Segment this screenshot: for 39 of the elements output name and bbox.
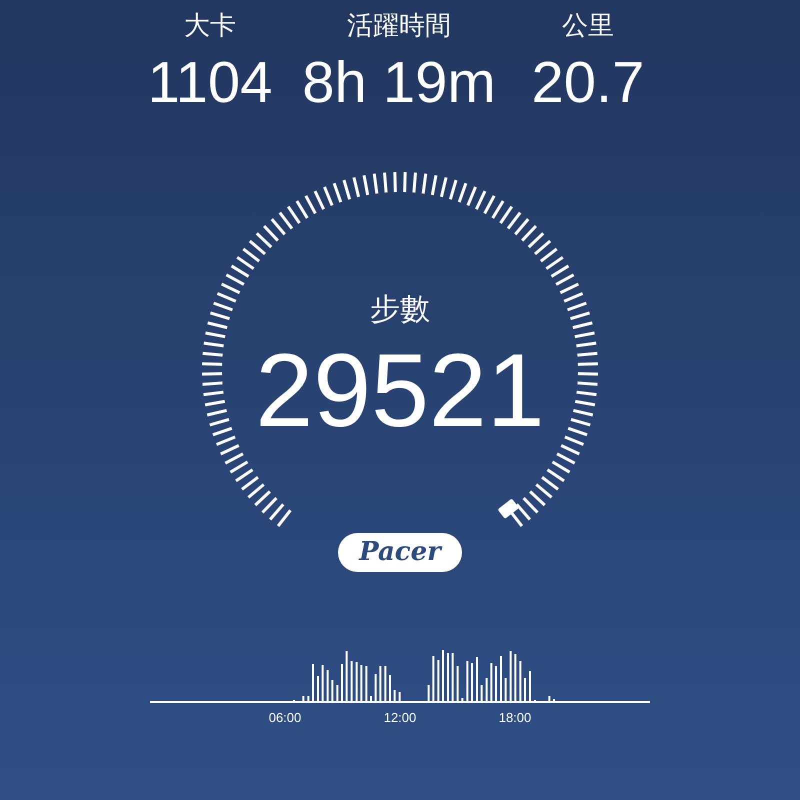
stat-label: 大卡	[184, 10, 236, 40]
histogram-bar	[398, 692, 401, 702]
histogram-bar	[486, 678, 488, 702]
histogram-bar	[514, 654, 516, 702]
steps-label: 步數	[370, 292, 430, 328]
histogram-bar	[360, 665, 362, 702]
histogram-bar	[356, 662, 358, 702]
histogram-bar	[428, 685, 430, 702]
histogram-bar	[322, 665, 324, 702]
histogram-bar	[331, 680, 334, 702]
histogram-bar	[384, 666, 386, 702]
stat-value: 8h 19m	[302, 49, 496, 117]
histogram-bar	[336, 685, 338, 702]
histogram-bar	[432, 656, 434, 702]
histogram-bar	[490, 663, 492, 702]
histogram-bar	[456, 666, 459, 702]
histogram-bar	[374, 674, 377, 702]
histogram-bar	[510, 651, 512, 702]
histogram-bar	[346, 651, 348, 702]
histogram-bar	[394, 690, 396, 702]
histogram-bar	[504, 678, 507, 702]
stat-value: 20.7	[532, 49, 644, 117]
stat-label: 活躍時間	[347, 10, 451, 40]
histogram-bar	[326, 670, 329, 702]
histogram-bar	[466, 661, 468, 702]
time-label: 18:00	[498, 709, 532, 727]
stat-label: 公里	[562, 10, 614, 40]
histogram-bar	[350, 661, 353, 702]
pacer-logo: Pacer	[338, 533, 462, 572]
histogram-bar	[437, 660, 440, 702]
steps-count: 29521	[255, 336, 545, 446]
histogram-bar	[519, 661, 522, 702]
histogram-bar	[452, 653, 454, 702]
histogram-bar	[365, 666, 368, 702]
time-label: 06:00	[268, 709, 302, 727]
histogram-bar	[480, 685, 483, 702]
histogram-bar	[379, 666, 382, 702]
time-label: 12:00	[384, 709, 416, 727]
stat-value: 1104	[148, 49, 272, 117]
